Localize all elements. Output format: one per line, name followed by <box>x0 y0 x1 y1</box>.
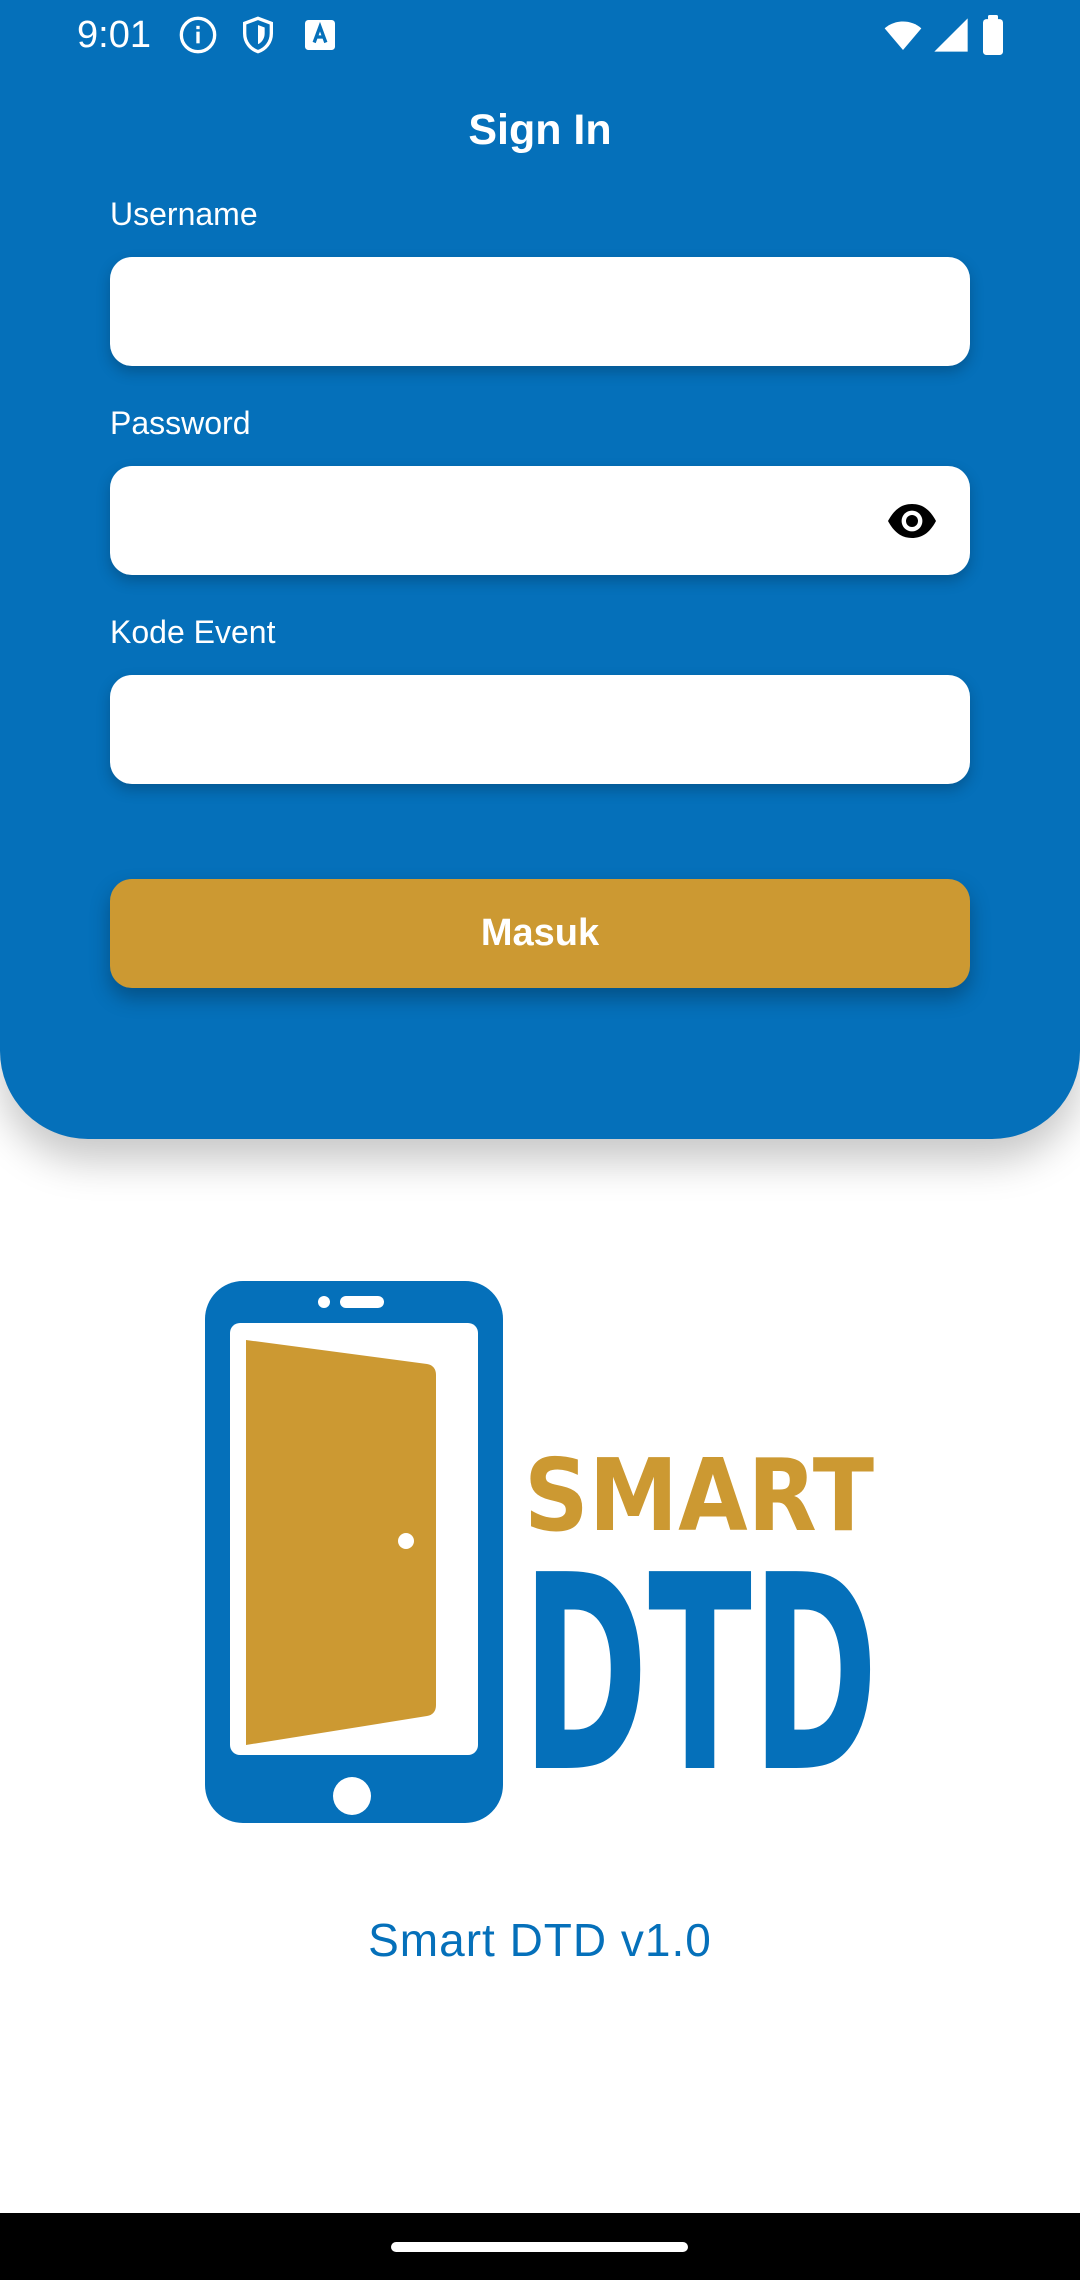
navigation-bar <box>0 2213 1080 2280</box>
masuk-button[interactable]: Masuk <box>110 879 970 988</box>
home-indicator[interactable] <box>391 2242 688 2252</box>
username-input[interactable] <box>110 257 970 366</box>
app-version: Smart DTD v1.0 <box>368 1914 712 1966</box>
event-code-field[interactable] <box>110 675 970 784</box>
text-box-icon <box>300 15 340 55</box>
username-label: Username <box>110 196 258 232</box>
logo-word-dtd: DTD <box>522 1517 878 1828</box>
sign-in-card: 9:01 Sign In Username Password Kode Even… <box>0 0 1080 1139</box>
password-input[interactable] <box>110 466 970 575</box>
login-screen: 9:01 Sign In Username Password Kode Even… <box>0 0 1080 2280</box>
password-field[interactable] <box>110 466 970 575</box>
eye-icon[interactable] <box>886 500 938 542</box>
info-icon <box>178 15 218 55</box>
page-title: Sign In <box>468 106 612 154</box>
status-bar: 9:01 <box>0 0 1080 70</box>
event-code-label: Kode Event <box>110 614 276 650</box>
password-label: Password <box>110 405 251 441</box>
shield-icon <box>238 15 278 55</box>
battery-icon <box>980 15 1006 55</box>
wifi-icon <box>880 15 926 55</box>
status-time: 9:01 <box>77 14 151 56</box>
event-code-input[interactable] <box>110 675 970 784</box>
username-field[interactable] <box>110 257 970 366</box>
smart-dtd-logo: SMART DTD <box>200 1278 880 1828</box>
signal-icon <box>930 15 972 55</box>
